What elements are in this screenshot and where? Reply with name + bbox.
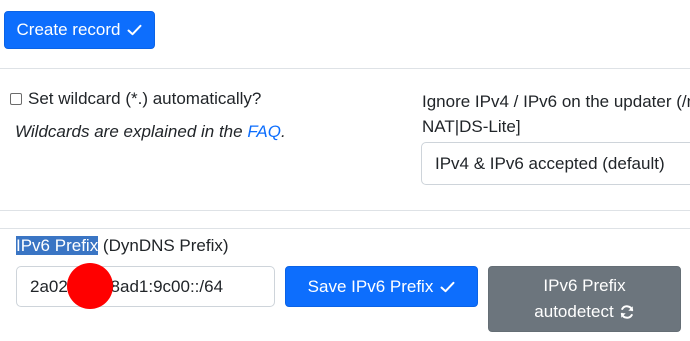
redaction-mark	[67, 263, 113, 309]
section-divider	[0, 228, 690, 229]
ipv6-prefix-input[interactable]: 2a02 :8ad1:9c00::/64	[16, 266, 275, 307]
ignore-ip-label: Ignore IPv4 / IPv6 on the updater (/n NA…	[422, 89, 690, 139]
check-icon	[127, 24, 142, 36]
ignore-ip-label-line1: Ignore IPv4 / IPv6 on the updater (/n	[422, 92, 690, 111]
ip-mode-select[interactable]: IPv4 & IPv6 accepted (default)	[421, 142, 690, 185]
ip-mode-selected-value: IPv4 & IPv6 accepted (default)	[435, 153, 665, 173]
ipv6-prefix-label-rest: (DynDNS Prefix)	[98, 236, 229, 255]
wildcard-note: Wildcards are explained in the FAQ.	[15, 122, 286, 142]
wildcard-checkbox[interactable]	[10, 93, 22, 105]
faq-link[interactable]: FAQ	[247, 122, 281, 141]
wildcard-checkbox-row[interactable]: Set wildcard (*.) automatically?	[10, 89, 261, 109]
section-divider	[0, 68, 690, 69]
wildcard-note-text: Wildcards are explained in the	[15, 122, 248, 141]
save-ipv6-prefix-button[interactable]: Save IPv6 Prefix	[285, 266, 478, 307]
ipv6-prefix-label: IPv6 Prefix (DynDNS Prefix)	[16, 236, 229, 256]
wildcard-note-suffix: .	[281, 122, 286, 141]
autodetect-label-line2: autodetect	[534, 302, 614, 321]
autodetect-label-line1: IPv6 Prefix	[543, 276, 626, 295]
refresh-icon	[619, 304, 635, 320]
section-divider	[0, 210, 690, 211]
autodetect-label-row: autodetect	[534, 299, 634, 325]
create-record-label: Create record	[16, 20, 121, 39]
create-record-button[interactable]: Create record	[4, 11, 155, 49]
ipv6-prefix-value-end: :8ad1:9c00::/64	[105, 276, 224, 296]
ipv6-prefix-value-start: 2a02	[30, 276, 68, 296]
ipv6-prefix-autodetect-button[interactable]: IPv6 Prefix autodetect	[488, 266, 681, 332]
ipv6-prefix-label-selected: IPv6 Prefix	[16, 236, 99, 255]
wildcard-checkbox-label: Set wildcard (*.) automatically?	[28, 89, 262, 108]
check-icon	[440, 281, 455, 293]
ignore-ip-label-line2: NAT|DS-Lite]	[422, 117, 521, 136]
save-ipv6-prefix-label: Save IPv6 Prefix	[307, 276, 434, 296]
